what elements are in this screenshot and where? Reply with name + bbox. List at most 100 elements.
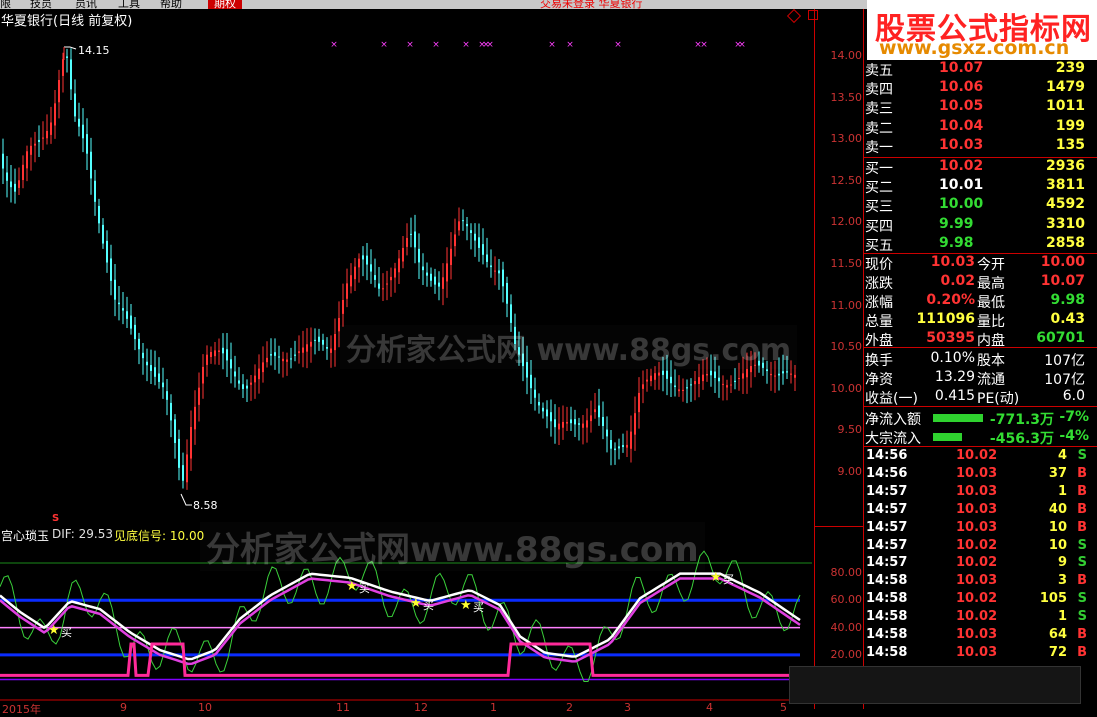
- tick-price: 10.03: [956, 573, 998, 589]
- flow-value: -456.3万: [989, 431, 1054, 447]
- order-book-row: 卖五 10.07 239: [865, 60, 1097, 79]
- candle-body: [266, 357, 268, 363]
- candle-body: [102, 224, 104, 244]
- indicator-name: 宫心琐玉: [1, 529, 50, 543]
- candle-body: [662, 370, 664, 375]
- tick-row: 14:57 10.02 10 S: [865, 538, 1097, 556]
- buy-star-icon: ★: [410, 596, 422, 611]
- order-price: 10.07: [939, 60, 984, 76]
- candle-body: [498, 270, 500, 274]
- indicator-dif: DIF: 29.53: [52, 527, 113, 541]
- candle-body: [190, 426, 192, 459]
- candle-body: [618, 446, 620, 449]
- price-tick: 12.50: [830, 173, 863, 187]
- candle-body: [538, 401, 540, 406]
- candle-body: [198, 387, 200, 405]
- tick-time: 14:56: [866, 448, 908, 463]
- candle-body: [774, 375, 776, 377]
- candle-body: [646, 379, 648, 382]
- candle-body: [626, 444, 628, 448]
- candle-body: [274, 352, 276, 356]
- candle-body: [382, 288, 384, 290]
- candle-body: [206, 354, 208, 365]
- buy-marker: 买: [723, 573, 734, 586]
- candle-body: [214, 350, 216, 357]
- candle-body: [106, 240, 108, 263]
- candle-body: [38, 139, 40, 142]
- low-pointer: [180, 493, 192, 506]
- quote-label: 涨幅: [865, 295, 893, 311]
- candle-body: [318, 336, 320, 342]
- quote-value: 10.07: [1040, 273, 1085, 289]
- candle-body: [654, 373, 656, 380]
- candle-body: [734, 380, 736, 383]
- tick-volume: 64: [1048, 627, 1067, 642]
- candle-body: [62, 59, 64, 76]
- candle-body: [778, 373, 780, 376]
- stats-row: 净资 13.29 流通 107亿: [865, 369, 1097, 388]
- price-tick: 9.50: [837, 423, 863, 437]
- candle-body: [74, 93, 76, 117]
- candle-body: [578, 423, 580, 425]
- order-label: 卖三: [865, 101, 893, 118]
- date-tick: 11: [336, 701, 350, 714]
- tick-price: 10.02: [956, 448, 998, 463]
- stats-label: 收益(一): [865, 391, 918, 407]
- indicator-tick: 40.00: [830, 620, 863, 634]
- candle-body: [770, 373, 772, 376]
- candle-body: [426, 272, 428, 276]
- order-price: 10.03: [939, 136, 984, 153]
- candle-body: [682, 389, 684, 392]
- candle-body: [302, 347, 304, 353]
- candle-body: [674, 385, 676, 388]
- tick-volume: 1: [1057, 483, 1067, 499]
- quote-label: 外盘: [865, 333, 893, 349]
- candle-body: [406, 237, 408, 247]
- tick-volume: 9: [1057, 555, 1067, 571]
- tick-row: 14:56 10.02 4 S: [865, 448, 1097, 466]
- buy-star-icon: ★: [346, 579, 358, 594]
- candle-body: [166, 391, 168, 400]
- price-tick: 13.50: [830, 90, 863, 104]
- quote-label: 量比: [977, 314, 1005, 330]
- candle-body: [482, 244, 484, 255]
- candle-body: [410, 233, 412, 235]
- tick-side: S: [1077, 537, 1087, 553]
- candle-body: [70, 59, 72, 90]
- tick-price: 10.02: [956, 537, 998, 553]
- tick-price: 10.03: [956, 465, 998, 481]
- candle-body: [730, 384, 732, 386]
- tick-volume: 3: [1057, 573, 1067, 589]
- signal-x-mark: ×: [462, 40, 470, 50]
- candle-body: [790, 373, 792, 375]
- order-book-row: 买二 10.01 3811: [865, 177, 1097, 196]
- quote-row: 涨跌 0.02 最高 10.07: [865, 273, 1097, 292]
- candle-body: [422, 266, 424, 271]
- order-price: 10.00: [939, 196, 984, 213]
- flow-bar: [933, 433, 962, 441]
- candle-body: [566, 422, 568, 424]
- candle-body: [658, 372, 660, 376]
- candle-body: [462, 220, 464, 222]
- candle-body: [786, 371, 788, 373]
- order-book-row: 买三 10.00 4592: [865, 196, 1097, 215]
- candle-body: [450, 248, 452, 265]
- tick-price: 10.03: [956, 644, 998, 660]
- candle-body: [226, 349, 228, 361]
- candle-body: [14, 183, 16, 192]
- candle-body: [634, 413, 636, 435]
- buy-star-icon: ★: [710, 570, 722, 585]
- panel-left-border: [863, 9, 864, 709]
- candle-body: [678, 389, 680, 392]
- candle-body: [454, 234, 456, 247]
- stats-value: 107亿: [1044, 353, 1085, 369]
- candle-body: [390, 276, 392, 281]
- candle-body: [222, 347, 224, 354]
- candle-body: [110, 258, 112, 281]
- candle-body: [270, 354, 272, 356]
- quote-value: 0.43: [1050, 311, 1085, 327]
- quote-label: 内盘: [977, 333, 1005, 349]
- candle-body: [714, 371, 716, 378]
- candle-body: [414, 231, 416, 248]
- candle-body: [18, 180, 20, 188]
